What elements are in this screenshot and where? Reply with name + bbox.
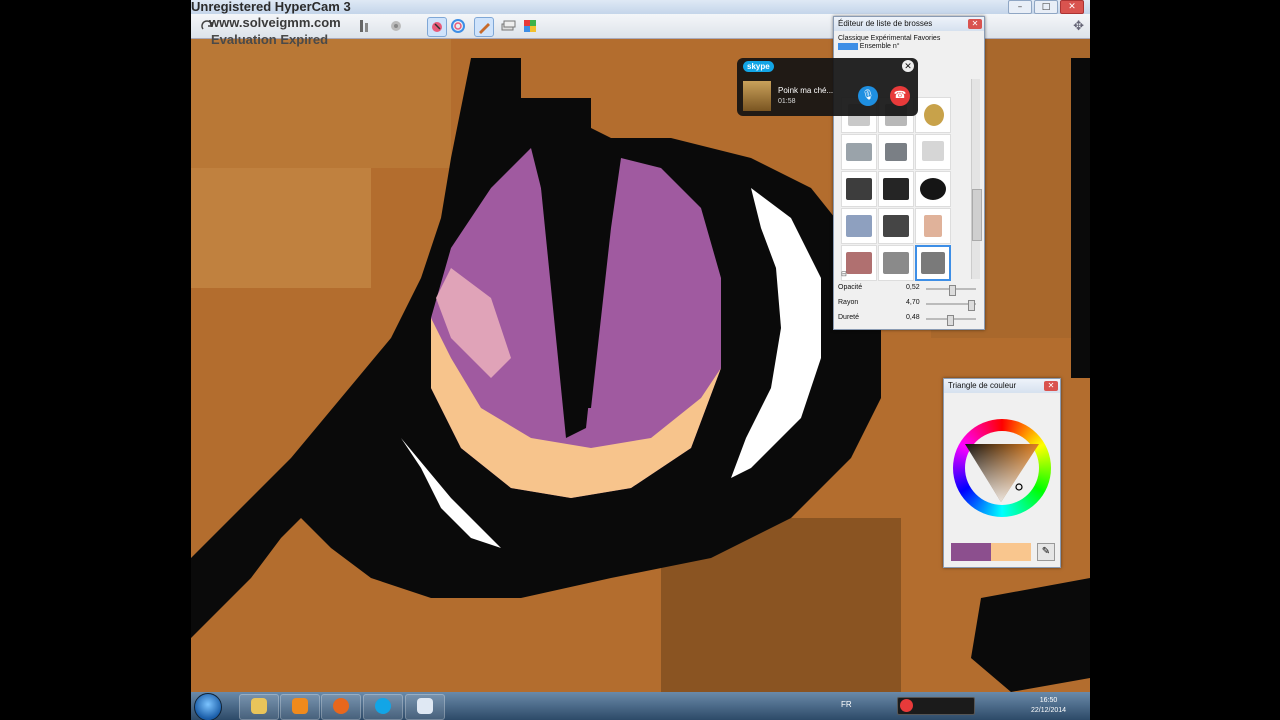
- skype-icon: [375, 698, 391, 714]
- slider-knob[interactable]: [968, 300, 975, 311]
- taskbar-skype[interactable]: [363, 694, 403, 720]
- slider-track[interactable]: [926, 315, 976, 326]
- layers-icon[interactable]: [499, 17, 517, 35]
- expand-icon[interactable]: ✥: [1073, 18, 1084, 34]
- color-triangle[interactable]: [961, 438, 1043, 508]
- brush-cell[interactable]: [878, 208, 914, 244]
- taskbar-paint[interactable]: [405, 694, 445, 720]
- slider-value: 0,52: [906, 284, 920, 291]
- taskbar-media-player[interactable]: [280, 694, 320, 720]
- slider-radius[interactable]: Rayon 4,70: [838, 298, 978, 311]
- watermark-status: Evaluation Expired: [211, 32, 329, 47]
- brush-grid: [841, 97, 969, 283]
- color-panel-title-text: Triangle de couleur: [948, 381, 1017, 390]
- brush-editor-title-text: Éditeur de liste de brosses: [838, 19, 933, 28]
- media-player-icon: [292, 698, 308, 714]
- recorder-controls[interactable]: [897, 697, 975, 715]
- slider-hardness[interactable]: Dureté 0,48: [838, 313, 978, 326]
- taskbar-firefox[interactable]: [321, 694, 361, 720]
- slider-label: Rayon: [838, 299, 859, 306]
- close-icon[interactable]: ✕: [1044, 381, 1058, 391]
- color-triangle-panel: Triangle de couleur ✕ ✎: [943, 378, 1061, 568]
- brush-cell[interactable]: [915, 208, 951, 244]
- minimize-button[interactable]: –: [1008, 0, 1032, 14]
- slider-knob[interactable]: [949, 285, 956, 296]
- color-palette-icon[interactable]: [521, 17, 539, 35]
- brush-tool-icon[interactable]: [427, 17, 447, 37]
- clock-time: 16:50: [1039, 697, 1058, 704]
- slider-value: 0,48: [906, 314, 920, 321]
- close-icon[interactable]: ✕: [902, 60, 914, 72]
- symmetry-icon[interactable]: [387, 17, 405, 35]
- slider-knob[interactable]: [947, 315, 954, 326]
- brush-cell[interactable]: [878, 171, 914, 207]
- slider-label: Dureté: [838, 314, 860, 321]
- slider-opacity[interactable]: Opacité 0,52: [838, 283, 978, 296]
- brush-cell[interactable]: [841, 171, 877, 207]
- slider-track[interactable]: [926, 300, 976, 311]
- brush-cell[interactable]: [915, 171, 951, 207]
- watermark-title: Unregistered HyperCam 3: [191, 0, 351, 14]
- clock[interactable]: 16:50 22/12/2014: [1031, 696, 1066, 716]
- brush-set-row: __ Ensemble n°: [834, 42, 984, 51]
- window-controls: – □ ✕: [1008, 0, 1084, 14]
- brush-set-label[interactable]: Ensemble n°: [860, 43, 900, 50]
- brush-cell[interactable]: [878, 134, 914, 170]
- taskbar-explorer[interactable]: [239, 694, 279, 720]
- pencil-icon[interactable]: [474, 17, 494, 37]
- close-button[interactable]: ✕: [1060, 0, 1084, 14]
- folder-icon: [251, 698, 267, 714]
- brush-editor-title: Éditeur de liste de brosses ✕: [834, 17, 984, 31]
- brush-scrollbar[interactable]: [971, 79, 982, 279]
- watermark-url: www.solveigmm.com: [209, 15, 341, 30]
- taskbar: FR 16:50 22/12/2014: [191, 692, 1090, 720]
- brush-cell-selected[interactable]: [915, 245, 951, 281]
- brush-cell[interactable]: [915, 134, 951, 170]
- language-indicator[interactable]: FR: [841, 700, 852, 709]
- secondary-color-swatch[interactable]: [991, 543, 1031, 561]
- eyedropper-icon[interactable]: ✎: [1037, 543, 1055, 561]
- brush-cell[interactable]: [878, 245, 914, 281]
- clock-date: 22/12/2014: [1031, 707, 1067, 714]
- maximize-button[interactable]: □: [1034, 0, 1058, 14]
- brush-set-selected[interactable]: __: [838, 43, 858, 50]
- color-panel-title: Triangle de couleur ✕: [944, 379, 1060, 393]
- skype-call-popup: skype ✕ Poink ma ché... 01:58 🎙 ☎: [737, 58, 918, 116]
- call-duration: 01:58: [778, 98, 796, 105]
- caller-name: Poink ma ché...: [778, 86, 834, 95]
- transform-icon[interactable]: [356, 17, 374, 35]
- microphone-icon[interactable]: 🎙: [858, 86, 878, 106]
- slider-track[interactable]: [926, 285, 976, 296]
- skype-logo: skype: [743, 61, 774, 72]
- firefox-icon: [333, 698, 349, 714]
- paint-icon: [417, 698, 433, 714]
- brush-tabs[interactable]: Classique Expérimental Favories: [834, 31, 984, 42]
- collapse-icon[interactable]: ⊟: [841, 270, 847, 278]
- primary-color-swatch[interactable]: [951, 543, 991, 561]
- slider-label: Opacité: [838, 284, 863, 291]
- brush-cell[interactable]: [915, 97, 951, 133]
- slider-value: 4,70: [906, 299, 920, 306]
- color-circle-icon[interactable]: [449, 17, 467, 35]
- scrollbar-thumb[interactable]: [972, 189, 982, 241]
- hang-up-icon[interactable]: ☎: [890, 86, 910, 106]
- brush-cell[interactable]: [841, 134, 877, 170]
- avatar: [743, 81, 771, 111]
- record-icon[interactable]: [900, 699, 913, 712]
- brush-cell[interactable]: [841, 208, 877, 244]
- close-icon[interactable]: ✕: [968, 19, 982, 29]
- start-button[interactable]: [194, 693, 222, 720]
